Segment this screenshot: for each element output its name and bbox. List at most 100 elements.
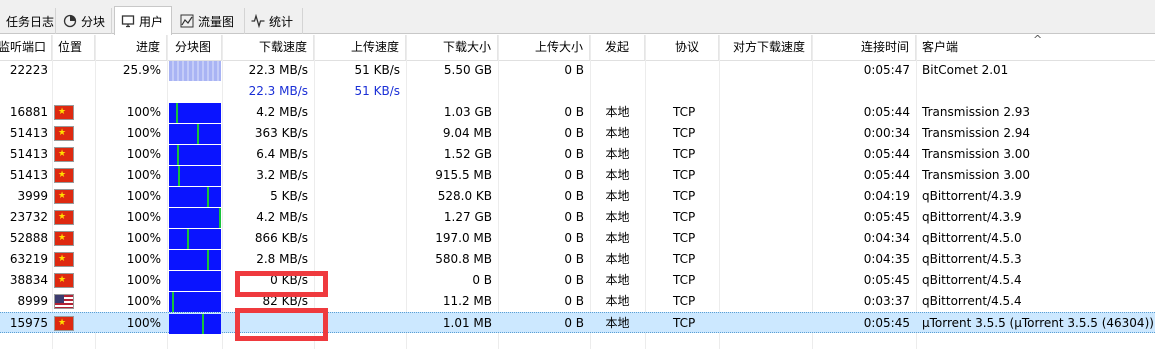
tab-task-log[interactable]: 任务日志 <box>0 8 56 34</box>
highlight-box <box>235 271 328 297</box>
tab-traffic-chart[interactable]: 流量图 <box>174 8 245 34</box>
cell-time: 0:04:34 <box>863 231 910 245</box>
piece-map-bar <box>169 250 221 270</box>
header-progress[interactable]: 进度 <box>95 35 167 60</box>
header-peer-down-speed[interactable]: 对方下载速度 <box>719 35 812 60</box>
table-row[interactable]: ★ 15975 100% 1.01 MB 0 B 本地 TCP 0:05:45 µTorrent… <box>0 312 1155 334</box>
header-up-size[interactable]: 上传大小 <box>498 35 590 60</box>
tab-blocks[interactable]: 分块 <box>57 8 112 34</box>
cell-time: 0:03:37 <box>863 294 910 308</box>
piece-marker <box>219 208 221 228</box>
piece-map-bar <box>169 292 221 312</box>
cell-initiator <box>590 60 645 81</box>
cell-down-size: 580.8 MB <box>435 252 492 266</box>
cell-up-size: 0 B <box>564 105 584 119</box>
cell-down-size: 1.01 MB <box>442 316 492 330</box>
cell-client: Transmission 2.94 <box>922 126 1031 140</box>
header-location[interactable]: 位置 <box>52 35 95 60</box>
cell-down-size: 9.04 MB <box>442 126 492 140</box>
cell-protocol: TCP <box>673 231 696 245</box>
piece-map-bar <box>169 208 221 228</box>
tab-stats[interactable]: 统计 <box>245 8 303 34</box>
table-row[interactable]: ★ 51413 100% 363 KB/s 9.04 MB 0 B 本地 TCP 0:00:34… <box>0 123 1155 144</box>
piece-marker <box>172 292 174 312</box>
header-initiator[interactable]: 发起 <box>590 35 645 60</box>
cell-port: 52888 <box>9 231 48 245</box>
cell-up-speed <box>314 228 406 249</box>
cell-time: 0:05:44 <box>863 105 910 119</box>
piece-marker <box>178 166 180 186</box>
cell-port: 38834 <box>9 273 48 287</box>
cell-down-size: 528.0 KB <box>437 189 492 203</box>
cell-up-speed: 51 KB/s <box>354 84 400 98</box>
cell-client: qBittorrent/4.5.4 <box>922 273 1022 287</box>
piece-marker <box>176 103 178 123</box>
highlight-box <box>235 308 328 341</box>
cell-down-speed: 4.2 MB/s <box>256 105 308 119</box>
cell-up-speed: 51 KB/s <box>354 63 400 77</box>
cell-time: 0:05:45 <box>863 273 910 287</box>
cell-peer-down <box>719 102 812 123</box>
cell-client: Transmission 3.00 <box>922 147 1031 161</box>
cell-progress: 100% <box>126 294 161 308</box>
cell-port: 16881 <box>9 105 48 119</box>
cell-progress: 100% <box>126 273 161 287</box>
piece-map-bar <box>169 124 221 144</box>
usa-flag-icon <box>54 294 74 309</box>
tab-label: 分块 <box>81 14 106 29</box>
cell-initiator: 本地 <box>605 294 630 308</box>
cell-up-size: 0 B <box>564 63 584 77</box>
table-row[interactable]: ★ 51413 100% 3.2 MB/s 915.5 MB 0 B 本地 TCP 0:05:4… <box>0 165 1155 186</box>
cell-client: qBittorrent/4.3.9 <box>922 210 1022 224</box>
table-row[interactable]: ★ 23732 100% 4.2 MB/s 1.27 GB 0 B 本地 TCP 0:05:45… <box>0 207 1155 228</box>
tab-bar: 任务日志 分块 用户 流量图 统计 <box>0 0 1155 35</box>
china-flag-icon: ★ <box>54 316 74 331</box>
cell-time <box>812 81 916 102</box>
header-up-speed[interactable]: 上传速度 <box>314 35 406 60</box>
cell-peer-down <box>719 313 812 334</box>
table-row[interactable]: ★ 38834 100% 0 KB/s 0 B0 B 本地 TCP 0:05:45 qBitto… <box>0 270 1155 291</box>
table-row[interactable]: ★ 63219 100% 2.8 MB/s 580.8 MB 0 B 本地 TCP 0:04:3… <box>0 249 1155 270</box>
piece-map-bar <box>169 61 221 81</box>
sort-ascending-icon: ^ <box>1033 33 1043 46</box>
cell-up-size: 0 B <box>564 147 584 161</box>
header-down-size[interactable]: 下载大小 <box>406 35 498 60</box>
cell-port: 3999 <box>17 189 48 203</box>
cell-down-speed: 363 KB/s <box>254 126 308 140</box>
cell-up-size: 0 B <box>564 294 584 308</box>
cell-down-size: 1.52 GB <box>443 147 492 161</box>
cell-up-speed <box>314 186 406 207</box>
piece-map-bar <box>169 187 221 207</box>
header-connected-time[interactable]: 连接时间 <box>812 35 916 60</box>
table-row[interactable]: ★ 3999 100% 5 KB/s 528.0 KB 0 B 本地 TCP 0:04:19 qB… <box>0 186 1155 207</box>
table-row[interactable]: ★ 51413 100% 6.4 MB/s 1.52 GB 0 B 本地 TCP 0:05:44… <box>0 144 1155 165</box>
summary-row[interactable]: 22.3 MB/s 51 KB/s <box>0 81 1155 102</box>
header-pieces[interactable]: 分块图 <box>167 35 222 60</box>
table-row[interactable]: ★ 52888 100% 866 KB/s 197.0 MB 0 B 本地 TCP 0:04:3… <box>0 228 1155 249</box>
tab-label: 任务日志 <box>6 14 55 29</box>
table-row[interactable]: ★ 16881 100% 4.2 MB/s 1.03 GB 0 B 本地 TCP 0:05:44… <box>0 102 1155 123</box>
china-flag-icon: ★ <box>54 147 74 162</box>
china-flag-icon: ★ <box>54 210 74 225</box>
cell-progress: 25.9% <box>122 63 161 77</box>
cell-peer-down <box>719 144 812 165</box>
cell-peer-down <box>719 60 812 81</box>
cell-initiator: 本地 <box>605 252 630 266</box>
header-down-speed[interactable]: 下载速度 <box>222 35 314 60</box>
piece-map-bar <box>169 166 221 186</box>
cell-peer-down <box>719 165 812 186</box>
table-row[interactable]: 8999 100% 82 KB/s 11.2 MB 0 B 本地 TCP 0:03:37 qBi… <box>0 291 1155 312</box>
tab-users[interactable]: 用户 <box>114 6 172 35</box>
piece-marker <box>197 124 199 144</box>
table-row[interactable]: 22223 25.9% 22.3 MB/s 51 KB/s 5.50 GB 0 B 0:05… <box>0 60 1155 81</box>
header-port[interactable]: 监听端口 <box>0 35 52 60</box>
china-flag-icon: ★ <box>54 168 74 183</box>
cell-client: qBittorrent/4.5.3 <box>922 252 1022 266</box>
monitor-icon <box>121 14 135 28</box>
piece-marker <box>207 250 209 270</box>
header-protocol[interactable]: 协议 <box>645 35 719 60</box>
cell-down-size: 11.2 MB <box>442 294 492 308</box>
cell-up-size: 0 B <box>564 189 584 203</box>
cell-down-speed: 3.2 MB/s <box>256 168 308 182</box>
cell-client: qBittorrent/4.5.0 <box>922 231 1022 245</box>
